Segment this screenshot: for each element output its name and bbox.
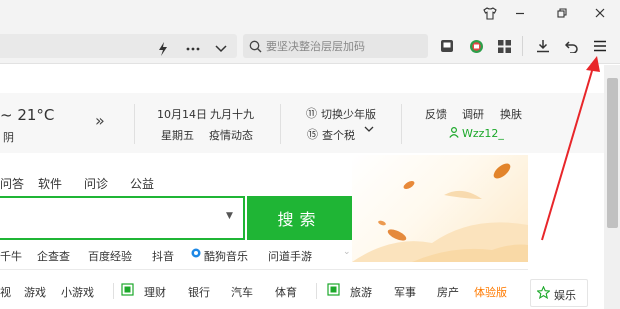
lightning-icon[interactable] — [154, 31, 172, 67]
weather-condition: 阴 — [3, 131, 14, 144]
search-tab-charity[interactable]: 公益 — [130, 175, 154, 192]
weekday: 星期五 — [161, 129, 194, 142]
date[interactable]: 10月14日 — [157, 106, 207, 122]
chevron-down-icon[interactable] — [210, 31, 232, 67]
entertainment-label: 娱乐 — [554, 289, 576, 302]
toolbar-divider — [522, 36, 523, 56]
category-property[interactable]: 房产 — [437, 284, 459, 300]
kugou-icon — [191, 248, 201, 261]
browser-search-input[interactable]: 要坚决整治层层加码 — [243, 34, 428, 58]
quick-link-qichacha[interactable]: 企查查 — [37, 248, 70, 264]
switch-teen-edition[interactable]: 切换少年版 — [321, 106, 376, 122]
divider — [0, 269, 528, 270]
quick-link-baidu-jingyan[interactable]: 百度经验 — [88, 248, 132, 264]
autumn-illustration — [352, 155, 528, 262]
category-bank[interactable]: 银行 — [188, 284, 210, 300]
minimize-icon[interactable] — [500, 0, 540, 26]
search-dropdown-icon[interactable]: ▼ — [226, 211, 233, 221]
search-placeholder: 要坚决整治层层加码 — [266, 40, 365, 53]
username[interactable]: Wzz12_ — [462, 127, 504, 140]
survey-link[interactable]: 调研 — [462, 106, 484, 122]
weather-temperature[interactable]: ~ 21°C — [0, 106, 54, 124]
finance-icon — [121, 283, 134, 299]
apps-grid-icon[interactable] — [494, 28, 514, 64]
divider — [134, 104, 135, 144]
more-dots-icon[interactable] — [182, 31, 204, 67]
category-military[interactable]: 军事 — [394, 284, 416, 300]
entertainment-button[interactable]: 娱乐 — [530, 279, 588, 307]
category-auto[interactable]: 汽车 — [231, 284, 253, 300]
category-travel[interactable]: 旅游 — [350, 284, 372, 300]
main-search-input[interactable]: ▼ — [0, 196, 245, 240]
category-video[interactable]: 视 — [0, 284, 11, 300]
quick-link-wendao[interactable]: 问道手游 — [268, 248, 312, 264]
chevron-double-right-icon[interactable]: » — [95, 111, 105, 130]
lunar-date[interactable]: 九月十九 — [210, 106, 254, 122]
info-header — [0, 93, 604, 153]
category-sports[interactable]: 体育 — [275, 284, 297, 300]
category-mini-games[interactable]: 小游戏 — [61, 284, 94, 300]
browser-window: 要坚决整治层层加码 ~ 21°C 阴 » 10月14日 九月十九 星期五 疫情动… — [0, 0, 620, 309]
restore-icon[interactable] — [542, 0, 582, 26]
divider — [113, 283, 114, 299]
search-tab-consult[interactable]: 问诊 — [84, 175, 108, 192]
star-icon — [536, 285, 551, 302]
quick-link-qianniu[interactable]: 千牛 — [0, 248, 22, 264]
title-bar — [0, 0, 620, 28]
close-icon[interactable] — [580, 0, 620, 26]
tax-query-link[interactable]: 查个税 — [322, 127, 355, 143]
travel-icon — [327, 283, 340, 299]
feedback-link[interactable]: 反馈 — [425, 106, 447, 122]
category-finance[interactable]: 理财 — [144, 284, 166, 300]
divider — [401, 104, 402, 144]
tax-icon: ⑮ — [307, 128, 318, 141]
divider — [280, 104, 281, 144]
search-tab-software[interactable]: 软件 — [38, 175, 62, 192]
quick-links-more-icon[interactable]: ⌄ — [343, 247, 351, 257]
red-arrow-annotation — [541, 56, 600, 241]
experience-edition-link[interactable]: 体验版 — [474, 284, 507, 300]
skin-link[interactable]: 换肤 — [500, 106, 522, 122]
quick-link-douyin[interactable]: 抖音 — [152, 248, 174, 264]
search-button[interactable]: 搜索 — [247, 196, 352, 240]
reader-icon[interactable] — [437, 28, 457, 64]
quick-link-kugou[interactable]: 酷狗音乐 — [204, 248, 248, 264]
divider — [316, 283, 317, 299]
user-icon — [449, 126, 459, 141]
search-icon — [249, 40, 262, 52]
category-games[interactable]: 游戏 — [24, 284, 46, 300]
tax-dropdown-icon[interactable] — [364, 125, 374, 136]
switch-icon: ⑪ — [306, 107, 317, 120]
extension-icon[interactable] — [466, 28, 486, 64]
search-tab-qa[interactable]: 问答 — [0, 175, 24, 192]
epidemic-link[interactable]: 疫情动态 — [209, 127, 253, 143]
